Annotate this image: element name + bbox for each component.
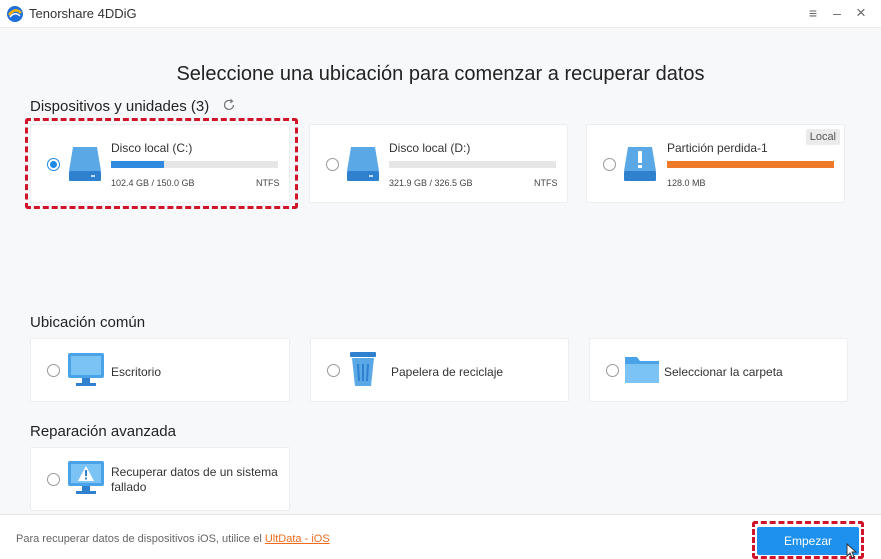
drive-c-usage-bar <box>111 161 278 168</box>
lost-partition-usage-bar <box>667 161 834 168</box>
recycle-bin-label: Papelera de reciclaje <box>391 365 504 379</box>
hard-drive-icon <box>69 147 101 181</box>
select-folder-label: Seleccionar la carpeta <box>664 365 783 379</box>
crashed-system-radio[interactable] <box>47 473 60 486</box>
ios-hint: Para recuperar datos de dispositivos iOS… <box>16 533 330 545</box>
ios-hint-text: Para recuperar datos de dispositivos iOS… <box>16 533 262 545</box>
page-title: Seleccione una ubicación para comenzar a… <box>176 63 705 85</box>
lost-partition-radio[interactable] <box>603 158 616 171</box>
folder-icon <box>625 357 659 383</box>
advanced-heading: Reparación avanzada <box>30 423 176 440</box>
common-heading: Ubicación común <box>30 314 146 331</box>
lost-partition-usage-fill <box>667 161 834 168</box>
drive-c-radio[interactable] <box>47 158 60 171</box>
select-folder-card[interactable]: Seleccionar la carpeta <box>589 338 848 402</box>
app-title: Tenorshare 4DDiG <box>29 6 137 21</box>
menu-icon[interactable]: ≡ <box>803 3 823 23</box>
drive-c-usage-fill <box>111 161 165 168</box>
drive-c-size: 102.4 GB / 150.0 GB <box>111 178 195 188</box>
drive-d-usage-bar <box>389 161 556 168</box>
title-bar: Tenorshare 4DDiG ≡ – × <box>0 0 881 28</box>
lost-partition-size: 128.0 MB <box>667 178 706 188</box>
hard-drive-icon <box>347 147 379 181</box>
devices-heading: Dispositivos y unidades (3) <box>30 98 210 115</box>
drive-c-name: Disco local (C:) <box>111 141 193 155</box>
desktop-label: Escritorio <box>111 365 162 379</box>
drive-card-d[interactable]: Disco local (D:) 321.9 GB / 326.5 GB NTF… <box>309 124 568 203</box>
local-badge: Local <box>805 129 840 145</box>
lost-partition-card[interactable]: Local Partición perdida-1 128.0 MB <box>586 124 845 203</box>
lost-drive-icon <box>624 147 656 181</box>
crashed-system-icon <box>68 461 104 494</box>
desktop-icon <box>68 353 104 386</box>
drive-d-size: 321.9 GB / 326.5 GB <box>389 178 473 188</box>
lost-partition-name: Partición perdida-1 <box>667 141 768 155</box>
crashed-system-card[interactable]: Recuperar datos de un sistema fallado <box>30 447 290 511</box>
drive-d-radio[interactable] <box>326 158 339 171</box>
crashed-system-label-line2: fallado <box>111 480 147 494</box>
refresh-icon[interactable] <box>222 98 236 112</box>
recycle-bin-radio[interactable] <box>327 364 340 377</box>
drive-d-name: Disco local (D:) <box>389 141 471 155</box>
desktop-card[interactable]: Escritorio <box>30 338 290 402</box>
select-folder-radio[interactable] <box>606 364 619 377</box>
footer: Para recuperar datos de dispositivos iOS… <box>0 514 881 559</box>
recycle-bin-icon <box>350 352 376 386</box>
start-button[interactable]: Empezar <box>757 527 859 555</box>
drive-d-fs: NTFS <box>534 178 558 188</box>
recycle-bin-card[interactable]: Papelera de reciclaje <box>310 338 569 402</box>
main-area: Seleccione una ubicación para comenzar a… <box>0 28 881 514</box>
crashed-system-label-line1: Recuperar datos de un sistema <box>111 465 278 479</box>
drive-card-c[interactable]: Disco local (C:) 102.4 GB / 150.0 GB NTF… <box>30 124 290 203</box>
close-button[interactable]: × <box>851 3 871 23</box>
minimize-button[interactable]: – <box>827 3 847 23</box>
app-logo-icon <box>7 6 23 22</box>
desktop-radio[interactable] <box>47 364 60 377</box>
drive-c-fs: NTFS <box>256 178 280 188</box>
ultdata-ios-link[interactable]: UltData - iOS <box>265 533 330 545</box>
cursor-icon <box>846 543 858 559</box>
